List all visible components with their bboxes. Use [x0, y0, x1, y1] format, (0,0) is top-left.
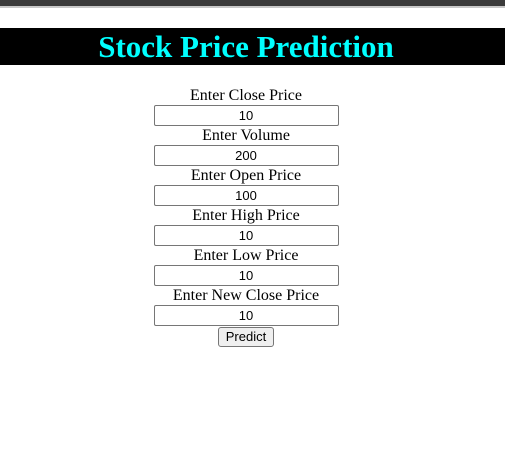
new-close-price-input[interactable]: [153, 305, 339, 326]
close-price-input[interactable]: [153, 105, 339, 126]
high-price-input[interactable]: [153, 225, 339, 246]
close-price-label: Enter Close Price: [190, 87, 302, 104]
open-price-label: Enter Open Price: [190, 167, 302, 184]
page-title: Stock Price Prediction: [98, 29, 394, 64]
volume-label: Enter Volume: [202, 127, 290, 144]
browser-chrome-edge: [0, 6, 505, 8]
low-price-label: Enter Low Price: [193, 247, 299, 264]
predict-button[interactable]: Predict: [217, 327, 275, 347]
volume-input[interactable]: [153, 145, 339, 166]
open-price-input[interactable]: [153, 185, 339, 206]
high-price-label: Enter High Price: [192, 207, 300, 224]
prediction-form: Enter Close Price Enter Volume Enter Ope…: [0, 86, 492, 347]
new-close-price-label: Enter New Close Price: [172, 287, 320, 304]
low-price-input[interactable]: [153, 265, 339, 286]
